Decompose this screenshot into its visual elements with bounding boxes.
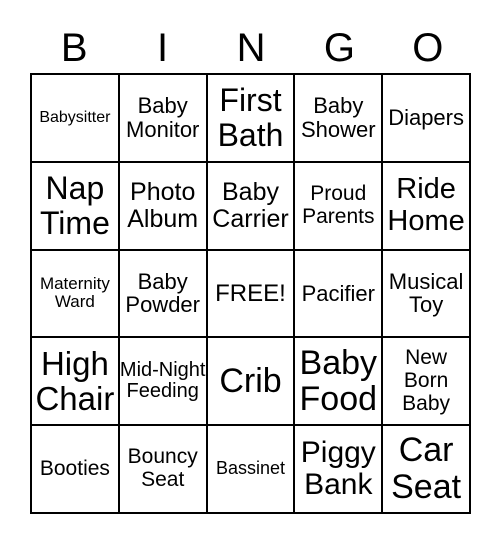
header-letter-o: O (412, 26, 444, 70)
header-letter-b: B (60, 26, 88, 70)
bingo-cell[interactable]: First Bath (206, 74, 295, 162)
bingo-cell[interactable]: Bouncy Seat (118, 425, 207, 513)
bingo-cell[interactable]: Booties (31, 425, 119, 513)
bingo-cell[interactable]: Baby Food (294, 337, 383, 426)
bingo-cell[interactable]: High Chair (31, 337, 119, 426)
bingo-cell[interactable]: Photo Album (118, 161, 207, 250)
bingo-header: BINGO (30, 24, 472, 72)
bingo-cell[interactable]: Ride Home (382, 161, 470, 250)
bingo-cell[interactable]: Baby Shower (294, 74, 383, 162)
bingo-cell[interactable]: FREE! (206, 249, 295, 338)
header-letter-i: I (157, 26, 169, 70)
bingo-grid: Babysitter Baby Monitor First Bath Baby Shower… (30, 73, 471, 514)
bingo-cell[interactable]: Nap Time (31, 161, 119, 250)
bingo-cell[interactable]: Diapers (382, 74, 470, 162)
bingo-cell[interactable]: Musical Toy (382, 249, 470, 338)
bingo-cell[interactable]: Proud Parents (294, 161, 383, 250)
header-letter-n: N (236, 26, 266, 70)
bingo-cell[interactable]: Baby Powder (118, 249, 207, 338)
bingo-cell[interactable]: Pacifier (294, 249, 383, 338)
bingo-cell[interactable]: Baby Monitor (118, 74, 207, 162)
bingo-cell[interactable]: Car Seat (382, 425, 470, 513)
bingo-cell[interactable]: New Born Baby (382, 337, 470, 426)
bingo-cell[interactable]: Bassinet (206, 425, 295, 513)
bingo-cell[interactable]: Mid-Night Feeding (118, 337, 207, 426)
header-letter-g: G (323, 26, 355, 70)
bingo-cell[interactable]: Babysitter (31, 74, 119, 162)
bingo-cell[interactable]: Baby Carrier (206, 161, 295, 250)
bingo-cell[interactable]: Piggy Bank (294, 425, 383, 513)
bingo-cell[interactable]: Maternity Ward (31, 249, 119, 338)
bingo-cell[interactable]: Crib (206, 337, 295, 426)
